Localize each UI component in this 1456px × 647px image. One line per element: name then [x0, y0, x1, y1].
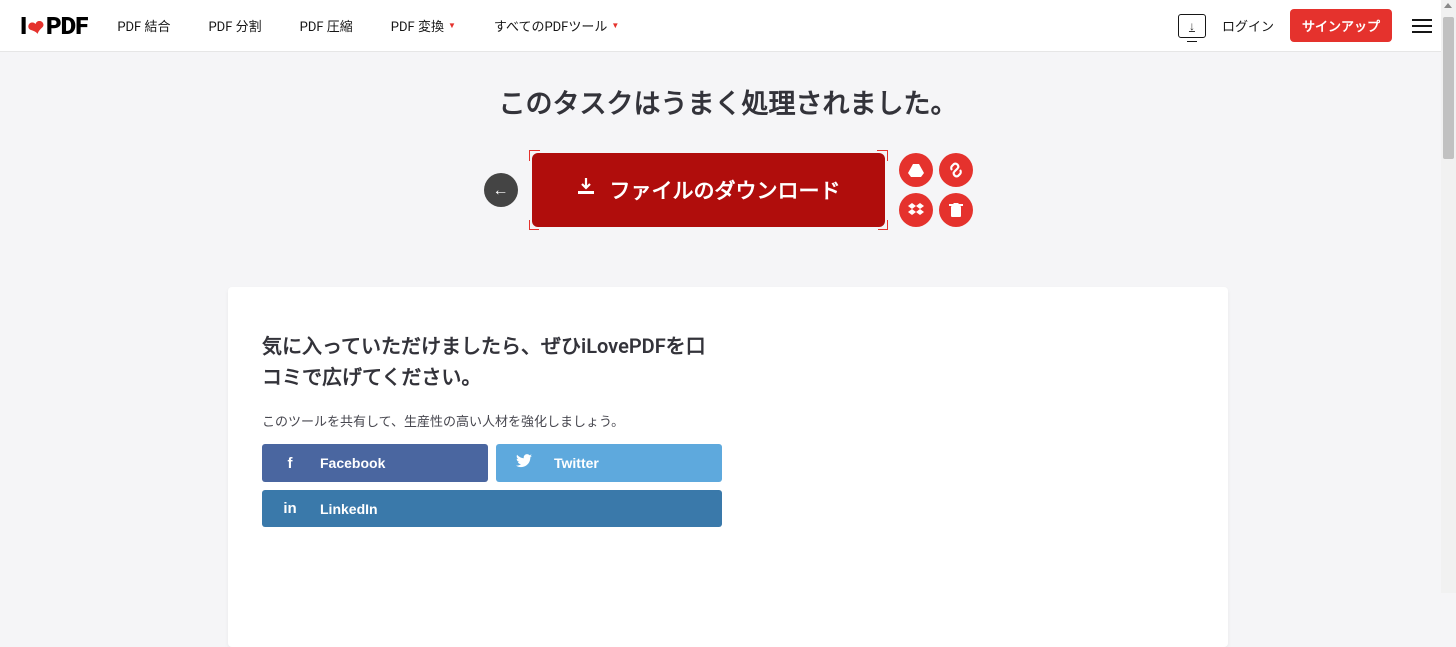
facebook-icon: f	[282, 455, 298, 472]
nav-compress[interactable]: PDF 圧縮	[300, 16, 353, 35]
share-facebook-label: Facebook	[320, 455, 385, 471]
page-title: このタスクはうまく処理されました。	[0, 82, 1456, 121]
share-card-title: 気に入っていただけましたら、ぜひiLovePDFを口コミで広げてください。	[262, 331, 722, 393]
copy-link-button[interactable]	[939, 153, 973, 187]
scroll-up-icon	[1444, 3, 1452, 8]
back-button[interactable]: ←	[484, 173, 518, 207]
login-link[interactable]: ログイン	[1222, 16, 1274, 35]
nav-right: ↓ ログイン サインアップ	[1178, 9, 1436, 42]
linkedin-icon: in	[282, 500, 298, 517]
save-dropbox-button[interactable]	[899, 193, 933, 227]
nav-all-tools[interactable]: すべてのPDFツール ▼	[494, 16, 619, 35]
logo-text-pdf: PDF	[46, 12, 87, 40]
heart-icon: ❤	[26, 14, 46, 41]
share-twitter-button[interactable]: Twitter	[496, 444, 722, 482]
share-twitter-label: Twitter	[554, 455, 599, 471]
share-card-sub: このツールを共有して、生産性の高い人材を強化しましょう。	[262, 411, 1194, 430]
download-arrow-icon: ↓	[1189, 20, 1195, 32]
side-actions	[899, 153, 973, 227]
delete-button[interactable]	[939, 193, 973, 227]
share-facebook-button[interactable]: f Facebook	[262, 444, 488, 482]
nav-convert[interactable]: PDF 変換 ▼	[391, 16, 456, 35]
nav-split[interactable]: PDF 分割	[208, 16, 261, 35]
signup-button[interactable]: サインアップ	[1290, 9, 1392, 42]
share-row: f Facebook Twitter in LinkedIn	[262, 444, 722, 527]
menu-icon[interactable]	[1408, 15, 1436, 37]
nav-merge[interactable]: PDF 結合	[117, 16, 170, 35]
main: このタスクはうまく処理されました。 ← ファイルのダウンロード	[0, 52, 1456, 647]
save-drive-button[interactable]	[899, 153, 933, 187]
twitter-icon	[516, 454, 532, 472]
download-icon	[576, 178, 596, 202]
desktop-download-icon[interactable]: ↓	[1178, 14, 1206, 38]
share-linkedin-label: LinkedIn	[320, 501, 378, 517]
arrow-left-icon: ←	[493, 180, 509, 200]
chevron-down-icon: ▼	[611, 21, 619, 30]
navbar: I ❤ PDF PDF 結合 PDF 分割 PDF 圧縮 PDF 変換 ▼ すべ…	[0, 0, 1456, 52]
scrollbar[interactable]	[1441, 0, 1456, 593]
download-label: ファイルのダウンロード	[610, 175, 841, 205]
logo-text-i: I	[20, 12, 26, 40]
action-row: ← ファイルのダウンロード	[0, 153, 1456, 227]
logo[interactable]: I ❤ PDF	[20, 12, 87, 40]
scrollbar-thumb[interactable]	[1443, 17, 1454, 159]
nav-all-label: すべてのPDFツール	[494, 16, 608, 35]
share-card: 気に入っていただけましたら、ぜひiLovePDFを口コミで広げてください。 この…	[228, 287, 1228, 647]
share-linkedin-button[interactable]: in LinkedIn	[262, 490, 722, 527]
nav-convert-label: PDF 変換	[391, 16, 444, 35]
chevron-down-icon: ▼	[448, 21, 456, 30]
download-button[interactable]: ファイルのダウンロード	[532, 153, 885, 227]
nav-links: PDF 結合 PDF 分割 PDF 圧縮 PDF 変換 ▼ すべてのPDFツール…	[117, 16, 619, 35]
